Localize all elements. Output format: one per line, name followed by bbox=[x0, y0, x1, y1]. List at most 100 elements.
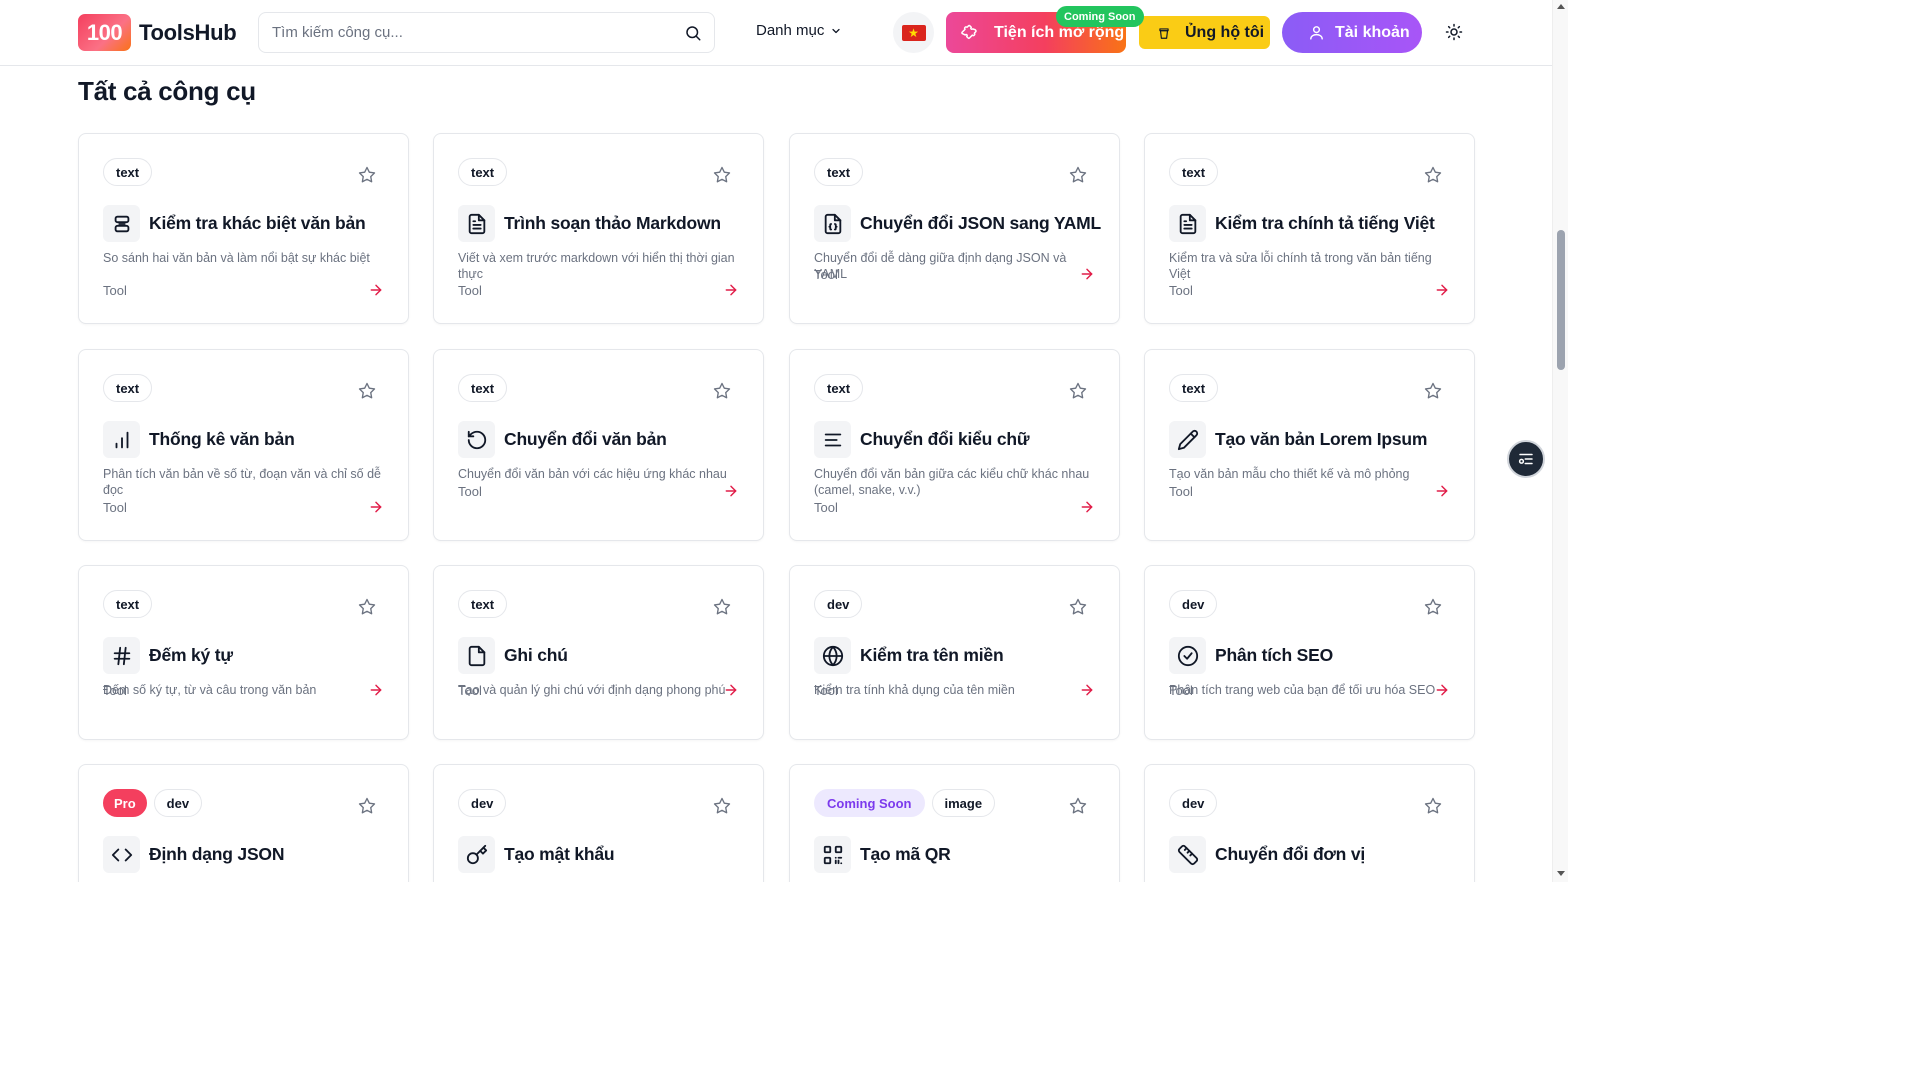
card-type-label: Tool bbox=[458, 682, 482, 698]
tag-list: dev bbox=[1169, 590, 1218, 618]
tool-card[interactable]: text Ghi chú Tạo và quản lý ghi chú với … bbox=[433, 565, 764, 740]
star-icon[interactable] bbox=[713, 166, 731, 184]
tool-icon-box bbox=[814, 205, 851, 242]
search-icon[interactable] bbox=[684, 24, 702, 42]
vertical-scrollbar[interactable] bbox=[1552, 0, 1568, 882]
tool-card[interactable]: Prodev Định dạng JSON Tool bbox=[78, 764, 409, 882]
file-check-icon bbox=[1179, 213, 1196, 234]
tool-card[interactable]: dev Tạo mật khẩu Tool bbox=[433, 764, 764, 882]
card-description: Tạo văn bản mẫu cho thiết kế và mô phỏng bbox=[1169, 467, 1410, 481]
search-box bbox=[258, 12, 715, 53]
card-footer: Tool bbox=[103, 682, 384, 698]
card-title-row: Chuyển đổi kiểu chữ bbox=[814, 421, 1030, 458]
floating-menu-button[interactable] bbox=[1507, 440, 1545, 478]
tool-card[interactable]: text Trình soạn thảo Markdown Viết và xe… bbox=[433, 133, 764, 324]
arrow-right-icon[interactable] bbox=[1079, 499, 1095, 515]
star-icon[interactable] bbox=[713, 797, 731, 815]
tool-card[interactable]: text Chuyển đổi văn bản Chuyển đổi văn b… bbox=[433, 349, 764, 541]
card-description: Chuyển đổi văn bản với các hiệu ứng khác… bbox=[458, 467, 727, 481]
tag-list: text bbox=[1169, 158, 1219, 186]
tag-list: dev bbox=[458, 789, 507, 817]
arrow-right-icon[interactable] bbox=[1079, 682, 1095, 698]
tool-card[interactable]: text Chuyển đổi kiểu chữ Chuyển đổi văn … bbox=[789, 349, 1120, 541]
top-navbar: 100 ToolsHub Danh mục ★ Tiện ích mở rộng… bbox=[0, 0, 1552, 66]
scroll-up-arrow[interactable] bbox=[1557, 4, 1565, 9]
star-icon[interactable] bbox=[713, 382, 731, 400]
tool-card[interactable]: dev Phân tích SEO Phân tích trang web củ… bbox=[1144, 565, 1475, 740]
list-settings-icon bbox=[1518, 453, 1533, 465]
language-button[interactable]: ★ bbox=[893, 12, 934, 53]
tag-list: text bbox=[814, 158, 864, 186]
card-description: Phân tích văn bản về số từ, đoạn văn và … bbox=[103, 467, 381, 497]
code-icon bbox=[111, 848, 132, 861]
star-icon[interactable] bbox=[1424, 382, 1442, 400]
card-description: Chuyển đổi văn bản giữa các kiểu chữ khá… bbox=[814, 467, 1090, 497]
theme-toggle[interactable] bbox=[1442, 20, 1466, 44]
page: 100 ToolsHub Danh mục ★ Tiện ích mở rộng… bbox=[0, 0, 1568, 882]
support-label: Ủng hộ tôi bbox=[1185, 23, 1265, 41]
file-json-icon bbox=[824, 213, 841, 234]
scroll-down-arrow[interactable] bbox=[1557, 871, 1565, 876]
star-icon[interactable] bbox=[1069, 797, 1087, 815]
tag-list: text bbox=[458, 590, 508, 618]
card-type-label: Tool bbox=[814, 682, 838, 698]
category-dropdown[interactable]: Danh mục bbox=[756, 22, 842, 39]
arrow-right-icon[interactable] bbox=[1434, 282, 1450, 298]
arrow-right-icon[interactable] bbox=[368, 282, 384, 298]
card-title: Chuyển đổi văn bản bbox=[504, 429, 667, 449]
card-type-label: Tool bbox=[1169, 282, 1193, 298]
tool-card[interactable]: text Kiểm tra chính tả tiếng Việt Kiểm t… bbox=[1144, 133, 1475, 324]
tool-icon-box bbox=[1169, 637, 1206, 674]
arrow-right-icon[interactable] bbox=[723, 483, 739, 499]
tag-badge: dev bbox=[458, 789, 507, 817]
scroll-thumb[interactable] bbox=[1557, 230, 1565, 370]
card-title-row: Chuyển đổi đơn vị bbox=[1169, 836, 1365, 873]
search-input[interactable] bbox=[272, 24, 672, 41]
arrow-right-icon[interactable] bbox=[723, 282, 739, 298]
tool-card[interactable]: text Đếm ký tự Đếm số ký tự, từ và câu t… bbox=[78, 565, 409, 740]
pencil-icon bbox=[1177, 429, 1198, 450]
category-label: Danh mục bbox=[756, 22, 825, 39]
arrow-right-icon[interactable] bbox=[368, 499, 384, 515]
star-icon[interactable] bbox=[1069, 166, 1087, 184]
arrow-right-icon[interactable] bbox=[723, 682, 739, 698]
qr-code-icon bbox=[823, 845, 842, 864]
tag-list: text bbox=[814, 374, 864, 402]
star-icon[interactable] bbox=[713, 598, 731, 616]
star-icon[interactable] bbox=[1069, 598, 1087, 616]
star-icon[interactable] bbox=[1424, 166, 1442, 184]
support-button[interactable]: Ủng hộ tôi bbox=[1139, 16, 1270, 49]
file-icon bbox=[468, 645, 485, 666]
star-icon[interactable] bbox=[358, 598, 376, 616]
tool-card[interactable]: text Tạo văn bản Lorem Ipsum Tạo văn bản… bbox=[1144, 349, 1475, 541]
star-icon[interactable] bbox=[358, 166, 376, 184]
arrow-right-icon[interactable] bbox=[1079, 266, 1095, 282]
tool-card[interactable]: dev Kiểm tra tên miền Kiểm tra tính khả … bbox=[789, 565, 1120, 740]
card-title: Phân tích SEO bbox=[1215, 645, 1333, 665]
tool-card[interactable]: text Kiểm tra khác biệt văn bản So sánh … bbox=[78, 133, 409, 324]
card-title: Ghi chú bbox=[504, 645, 568, 665]
card-title: Chuyển đổi đơn vị bbox=[1215, 844, 1366, 864]
star-icon[interactable] bbox=[1424, 797, 1442, 815]
account-button[interactable]: Tài khoản bbox=[1282, 12, 1422, 53]
logo[interactable]: 100 ToolsHub bbox=[78, 14, 237, 51]
bar-chart-icon bbox=[115, 431, 128, 448]
tool-icon-box bbox=[1169, 836, 1206, 873]
arrow-right-icon[interactable] bbox=[1434, 682, 1450, 698]
star-icon[interactable] bbox=[358, 797, 376, 815]
tool-card[interactable]: text Chuyển đổi JSON sang YAML Chuyển đổ… bbox=[789, 133, 1120, 324]
tool-card[interactable]: dev Chuyển đổi đơn vị Tool bbox=[1144, 764, 1475, 882]
chevron-down-icon bbox=[832, 28, 840, 33]
star-icon[interactable] bbox=[358, 382, 376, 400]
star-icon[interactable] bbox=[1424, 598, 1442, 616]
tag-badge: text bbox=[458, 374, 508, 402]
tool-card[interactable]: Coming Soonimage Tạo mã QR Tool bbox=[789, 764, 1120, 882]
star-icon[interactable] bbox=[1069, 382, 1087, 400]
tool-card[interactable]: text Thống kê văn bản Phân tích văn bản … bbox=[78, 349, 409, 541]
arrow-right-icon[interactable] bbox=[368, 682, 384, 698]
card-type-label: Tool bbox=[103, 682, 127, 698]
align-left-icon bbox=[824, 433, 841, 446]
card-type-label: Tool bbox=[458, 483, 482, 499]
arrow-right-icon[interactable] bbox=[1434, 483, 1450, 499]
card-title-row: Tạo mã QR bbox=[814, 836, 951, 873]
